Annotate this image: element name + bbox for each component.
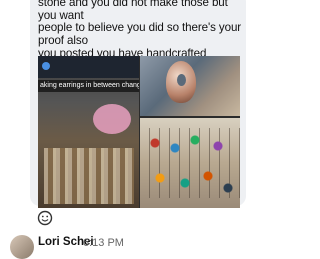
- earrings-image: [140, 118, 240, 208]
- video-avatar-icon: [42, 62, 50, 70]
- pendant-hole: [177, 74, 186, 86]
- video-image-rack: [44, 148, 134, 204]
- video-image-detail: [93, 104, 131, 134]
- attachment-gallery[interactable]: aking earrings in between changing: [38, 56, 240, 208]
- smiley-reaction-icon[interactable]: [37, 210, 53, 226]
- photo-earring-display[interactable]: [140, 118, 240, 208]
- message-timestamp: 6:13 PM: [83, 237, 124, 249]
- photo-pendant[interactable]: [140, 56, 240, 116]
- video-header-bar: [38, 56, 139, 78]
- video-caption: aking earrings in between changing: [38, 80, 139, 92]
- video-thumbnail[interactable]: aking earrings in between changing: [38, 56, 139, 208]
- avatar[interactable]: [10, 235, 34, 259]
